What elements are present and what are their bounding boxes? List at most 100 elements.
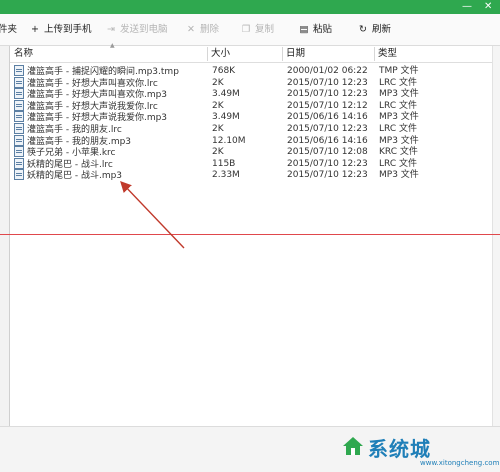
- house-logo-icon: [343, 437, 363, 455]
- file-type-cell: TMP 文件: [379, 66, 419, 76]
- file-type-cell: LRC 文件: [379, 158, 417, 169]
- refresh-button[interactable]: ↻ 刷新: [357, 23, 391, 37]
- delete-button[interactable]: ✕ 删除: [185, 23, 219, 37]
- copy-button[interactable]: ❐ 复制: [240, 23, 274, 37]
- file-size-cell: 2K: [212, 147, 224, 158]
- file-size-cell: 2.33M: [212, 170, 240, 181]
- file-icon: [14, 157, 24, 169]
- column-header-date[interactable]: 日期: [286, 48, 305, 60]
- red-divider-line: [0, 234, 500, 235]
- file-icon: [14, 99, 24, 111]
- watermark-url: www.xitongcheng.com: [420, 459, 500, 467]
- file-type-cell: KRC 文件: [379, 147, 418, 158]
- send-to-pc-icon: ⇥: [107, 24, 115, 35]
- table-row[interactable]: 灌篮高手 - 捕捉闪耀的瞬间.mp3.tmp 768K 2000/01/02 06:…: [10, 65, 500, 77]
- file-size-cell: 3.49M: [212, 112, 240, 123]
- send-to-pc-button[interactable]: ⇥ 发送到电脑: [105, 23, 168, 37]
- file-date-cell: 2015/07/10 12:08: [287, 147, 368, 158]
- copy-label: 复制: [255, 24, 275, 35]
- file-name: 灌篮高手 - 好想大声叫喜欢你.mp3: [27, 90, 168, 101]
- column-header-size[interactable]: 大小: [211, 48, 230, 60]
- table-row[interactable]: 妖精的尾巴 - 战斗.lrc 115B 2015/07/10 12:23 LRC 文件: [10, 157, 500, 170]
- table-row[interactable]: 灌篮高手 - 好想大声说我爱你.mp3 3.49M 2015/06/16 14:16…: [10, 111, 500, 123]
- table-row[interactable]: 灌篮高手 - 我的朋友.lrc 2K 2015/07/10 12:23 LRC 文件: [10, 123, 500, 135]
- file-size-cell: 2K: [212, 124, 224, 134]
- file-name: 灌篮高手 - 好想大声说我爱你.lrc: [27, 101, 158, 112]
- file-size-cell: 12.10M: [212, 135, 246, 146]
- table-row[interactable]: 妖精的尾巴 - 战斗.mp3 2.33M 2015/07/10 12:23 MP3 文…: [10, 169, 500, 181]
- file-size-cell: 3.49M: [212, 89, 240, 100]
- watermark-logo: 系统城 www.xitongcheng.com: [342, 433, 499, 469]
- file-date-cell: 2015/06/16 14:16: [287, 135, 368, 146]
- file-name: 灌篮高手 - 好想大声叫喜欢你.lrc: [27, 78, 158, 89]
- file-icon: [14, 134, 24, 146]
- file-icon: [14, 65, 24, 76]
- file-date-cell: 2015/07/10 12:23: [287, 89, 368, 100]
- title-bar: — ✕: [0, 0, 500, 14]
- close-icon[interactable]: ✕: [484, 1, 492, 12]
- vertical-scrollbar[interactable]: [492, 46, 500, 426]
- column-header-type[interactable]: 类型: [378, 48, 397, 60]
- paste-label: 粘贴: [313, 24, 333, 35]
- file-type-cell: LRC 文件: [379, 100, 417, 111]
- table-row[interactable]: 灌篮高手 - 好想大声叫喜欢你.mp3 3.49M 2015/07/10 12:23…: [10, 88, 500, 100]
- file-name: 妖精的尾巴 - 战斗.lrc: [27, 159, 113, 170]
- file-type-cell: MP3 文件: [379, 112, 419, 123]
- file-date-cell: 2000/01/02 06:22: [287, 66, 368, 76]
- table-row[interactable]: 灌篮高手 - 好想大声叫喜欢你.lrc 2K 2015/07/10 12:23 LRC…: [10, 76, 500, 89]
- file-type-cell: LRC 文件: [379, 77, 417, 88]
- file-type-cell: LRC 文件: [379, 124, 417, 134]
- table-row[interactable]: 灌篮高手 - 我的朋友.mp3 12.10M 2015/06/16 14:16 MP3…: [10, 134, 500, 147]
- left-panel: [0, 46, 10, 426]
- minimize-icon[interactable]: —: [462, 1, 472, 12]
- bottom-bar: 系统城 www.xitongcheng.com: [0, 426, 500, 472]
- folder-button[interactable]: 件夹: [0, 23, 17, 37]
- list-header: ▲ 名称 大小 日期 类型: [10, 42, 500, 63]
- file-size-cell: 768K: [212, 66, 236, 76]
- file-icon: [14, 76, 24, 88]
- file-name-cell[interactable]: 妖精的尾巴 - 战斗.mp3: [14, 169, 122, 182]
- file-list: ▲ 名称 大小 日期 类型 灌篮高手 - 捕捉闪耀的瞬间.mp3.tmp 768K…: [10, 42, 500, 426]
- file-date-cell: 2015/07/10 12:23: [287, 124, 368, 134]
- send-to-pc-label: 发送到电脑: [120, 24, 168, 35]
- file-date-cell: 2015/07/10 12:12: [287, 100, 368, 111]
- paste-icon: ▤: [299, 24, 309, 35]
- sort-indicator-icon: ▲: [110, 42, 115, 49]
- column-divider[interactable]: [282, 47, 283, 61]
- file-name: 灌篮高手 - 好想大声说我爱你.mp3: [27, 113, 168, 124]
- upload-to-phone-button[interactable]: + 上传到手机: [29, 23, 92, 37]
- watermark-text: 系统城: [368, 437, 431, 461]
- file-date-cell: 2015/06/16 14:16: [287, 112, 368, 123]
- toolbar: 件夹 + 上传到手机 ⇥ 发送到电脑 ✕ 删除 ❐ 复制 ▤ 粘贴 ↻ 刷新: [0, 14, 500, 46]
- copy-icon: ❐: [241, 24, 251, 35]
- column-divider[interactable]: [374, 47, 375, 61]
- file-name: 灌篮高手 - 捕捉闪耀的瞬间.mp3.tmp: [27, 67, 179, 77]
- folder-button-label: 件夹: [0, 24, 18, 35]
- file-date-cell: 2015/07/10 12:23: [287, 77, 368, 88]
- refresh-label: 刷新: [372, 24, 392, 35]
- file-icon: [14, 146, 24, 158]
- column-divider[interactable]: [207, 47, 208, 61]
- file-name: 筷子兄弟 - 小苹果.krc: [27, 148, 116, 159]
- delete-label: 删除: [200, 24, 220, 35]
- file-type-cell: MP3 文件: [379, 135, 419, 146]
- file-icon: [14, 169, 24, 181]
- file-name: 妖精的尾巴 - 战斗.mp3: [27, 171, 123, 182]
- table-row[interactable]: 筷子兄弟 - 小苹果.krc 2K 2015/07/10 12:08 KRC 文件: [10, 146, 500, 158]
- refresh-icon: ↻: [359, 24, 367, 35]
- file-date-cell: 2015/07/10 12:23: [287, 170, 368, 181]
- file-name: 灌篮高手 - 我的朋友.lrc: [27, 125, 122, 135]
- file-type-cell: MP3 文件: [379, 170, 419, 181]
- column-header-name[interactable]: 名称: [14, 48, 33, 60]
- upload-to-phone-label: 上传到手机: [44, 24, 92, 35]
- file-icon: [14, 123, 24, 134]
- file-icon: [14, 88, 24, 100]
- file-type-cell: MP3 文件: [379, 89, 419, 100]
- file-size-cell: 115B: [212, 158, 236, 169]
- file-size-cell: 2K: [212, 100, 224, 111]
- table-row[interactable]: 灌篮高手 - 好想大声说我爱你.lrc 2K 2015/07/10 12:12 LRC…: [10, 99, 500, 112]
- file-icon: [14, 111, 24, 123]
- delete-icon: ✕: [187, 24, 195, 35]
- paste-button[interactable]: ▤ 粘贴: [298, 23, 333, 37]
- plus-icon: +: [31, 24, 39, 35]
